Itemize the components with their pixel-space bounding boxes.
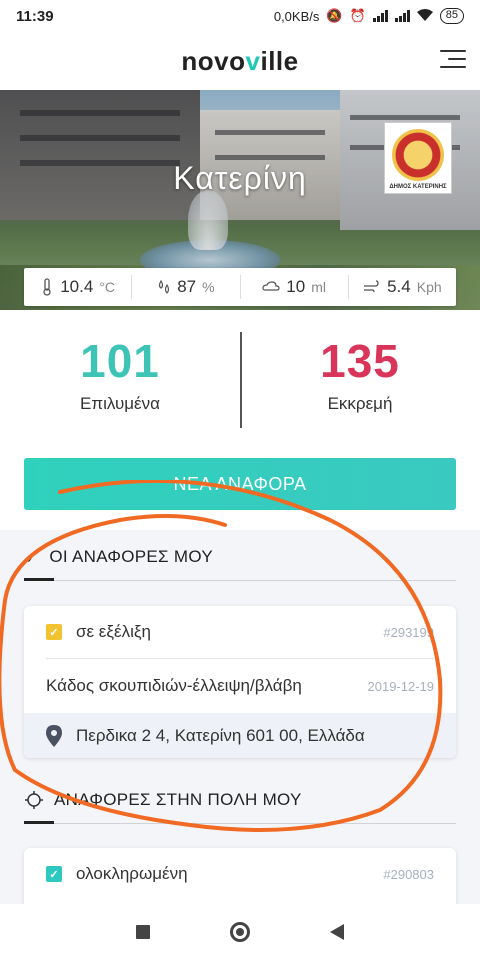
weather-temperature: 10.4 °C: [24, 275, 133, 299]
thermometer-icon: [43, 278, 51, 296]
weather-humidity: 87 %: [132, 275, 241, 299]
active-tab-indicator: [24, 578, 54, 581]
new-report-area: ΝΕΑ ΑΝΑΦΟΡΑ: [0, 438, 480, 530]
stats-divider: [240, 332, 242, 428]
circle-icon[interactable]: [220, 912, 260, 952]
pending-count: 135: [320, 335, 400, 387]
weather-wind: 5.4 Kph: [349, 275, 456, 299]
temperature-value: 10.4: [60, 277, 94, 296]
location-pin-icon: [46, 725, 62, 747]
city-report-status: ολοκληρωμένη: [76, 864, 188, 883]
city-reports-title: ΑΝΑΦΟΡΕΣ ΣΤΗΝ ΠΟΛΗ ΜΟΥ: [54, 790, 302, 809]
checkmark-icon: ✓: [24, 546, 40, 567]
temperature-unit: °C: [99, 279, 116, 295]
humidity-value: 87: [177, 277, 197, 296]
rain-value: 10: [286, 277, 306, 296]
wind-value: 5.4: [387, 277, 411, 296]
back-icon[interactable]: [317, 912, 357, 952]
completed-checkbox-icon: ✓: [46, 866, 62, 882]
resolved-label: Επιλυμένα: [80, 394, 160, 413]
wifi-icon: [416, 8, 433, 24]
logo-prefix: novo: [181, 45, 246, 76]
resolved-count: 101: [80, 335, 160, 387]
app-header: novoville: [0, 32, 480, 90]
alarm-icon: ⏰: [349, 8, 366, 23]
humidity-unit: %: [202, 279, 215, 295]
report-card[interactable]: ✓ σε εξέλιξη #293199 Κάδος σκουπιδιών-έλ…: [24, 606, 456, 758]
emblem-seal: [392, 129, 444, 181]
report-address-row: Περδικα 2 4, Κατερίνη 601 00, Ελλάδα: [24, 713, 456, 758]
status-time: 11:39: [16, 7, 54, 25]
new-report-button[interactable]: ΝΕΑ ΑΝΑΦΟΡΑ: [24, 458, 456, 510]
resolved-stat[interactable]: 101 Επιλυμένα: [0, 310, 240, 438]
weather-rain: 10 ml: [241, 275, 349, 299]
report-category: Κάδος σκουπιδιών-έλλειψη/βλάβη: [46, 676, 302, 695]
city-icon: [25, 791, 43, 809]
signal-icon-2: [394, 10, 410, 22]
silent-icon: 🔕: [326, 8, 343, 23]
tab-city-reports[interactable]: ΑΝΑΦΟΡΕΣ ΣΤΗΝ ΠΟΛΗ ΜΟΥ: [24, 776, 456, 824]
signal-icon: [372, 10, 388, 22]
square-icon[interactable]: [123, 912, 163, 952]
menu-icon[interactable]: [440, 48, 466, 70]
report-address: Περδικα 2 4, Κατερίνη 601 00, Ελλάδα: [76, 726, 365, 745]
status-bar: 11:39 0,0KB/s 🔕 ⏰ 85: [0, 0, 480, 32]
battery-indicator: 85: [439, 8, 464, 24]
novoville-logo: novoville: [181, 46, 298, 77]
humidity-icon: [159, 279, 170, 294]
my-reports-title: ΟΙ ΑΝΑΦΟΡΕΣ ΜΟΥ: [49, 547, 213, 566]
tab-indicator: [24, 821, 54, 824]
report-stats: 101 Επιλυμένα 135 Εκκρεμή: [0, 310, 480, 438]
pending-stat[interactable]: 135 Εκκρεμή: [240, 310, 480, 438]
city-hero: Κατερίνη ΔΗΜΟΣ ΚΑΤΕΡΙΝΗΣ 10.4 °C 87 % 10…: [0, 90, 480, 310]
report-date: 2019-12-19: [367, 678, 435, 694]
network-speed: 0,0KB/s: [273, 8, 320, 24]
city-report-status-row: ✓ ολοκληρωμένη #290803: [24, 848, 456, 900]
wind-icon: [364, 280, 379, 293]
pending-label: Εκκρεμή: [327, 394, 393, 413]
system-nav-bar: [0, 904, 480, 960]
weather-bar: 10.4 °C 87 % 10 ml 5.4 Kph: [24, 268, 456, 306]
report-status: σε εξέλιξη: [76, 622, 151, 641]
in-progress-checkbox-icon: ✓: [46, 624, 62, 640]
logo-suffix: ille: [260, 45, 299, 76]
rain-unit: ml: [311, 279, 326, 295]
emblem-caption: ΔΗΜΟΣ ΚΑΤΕΡΙΝΗΣ: [389, 184, 447, 190]
municipality-emblem: ΔΗΜΟΣ ΚΑΤΕΡΙΝΗΣ: [384, 122, 452, 194]
report-status-row: ✓ σε εξέλιξη #293199: [24, 606, 456, 658]
report-id: #293199: [383, 624, 434, 640]
report-category-row: Κάδος σκουπιδιών-έλλειψη/βλάβη 2019-12-1…: [24, 659, 456, 713]
app-screen: 11:39 0,0KB/s 🔕 ⏰ 85 novoville Κατερίνη …: [0, 0, 480, 960]
wind-unit: Kph: [416, 279, 442, 295]
city-report-id: #290803: [383, 866, 434, 882]
logo-highlight: v: [245, 45, 261, 76]
tab-my-reports[interactable]: ✓ ΟΙ ΑΝΑΦΟΡΕΣ ΜΟΥ: [24, 533, 456, 581]
rain-icon: [262, 281, 280, 291]
status-icons: 0,0KB/s 🔕 ⏰ 85: [274, 8, 464, 24]
